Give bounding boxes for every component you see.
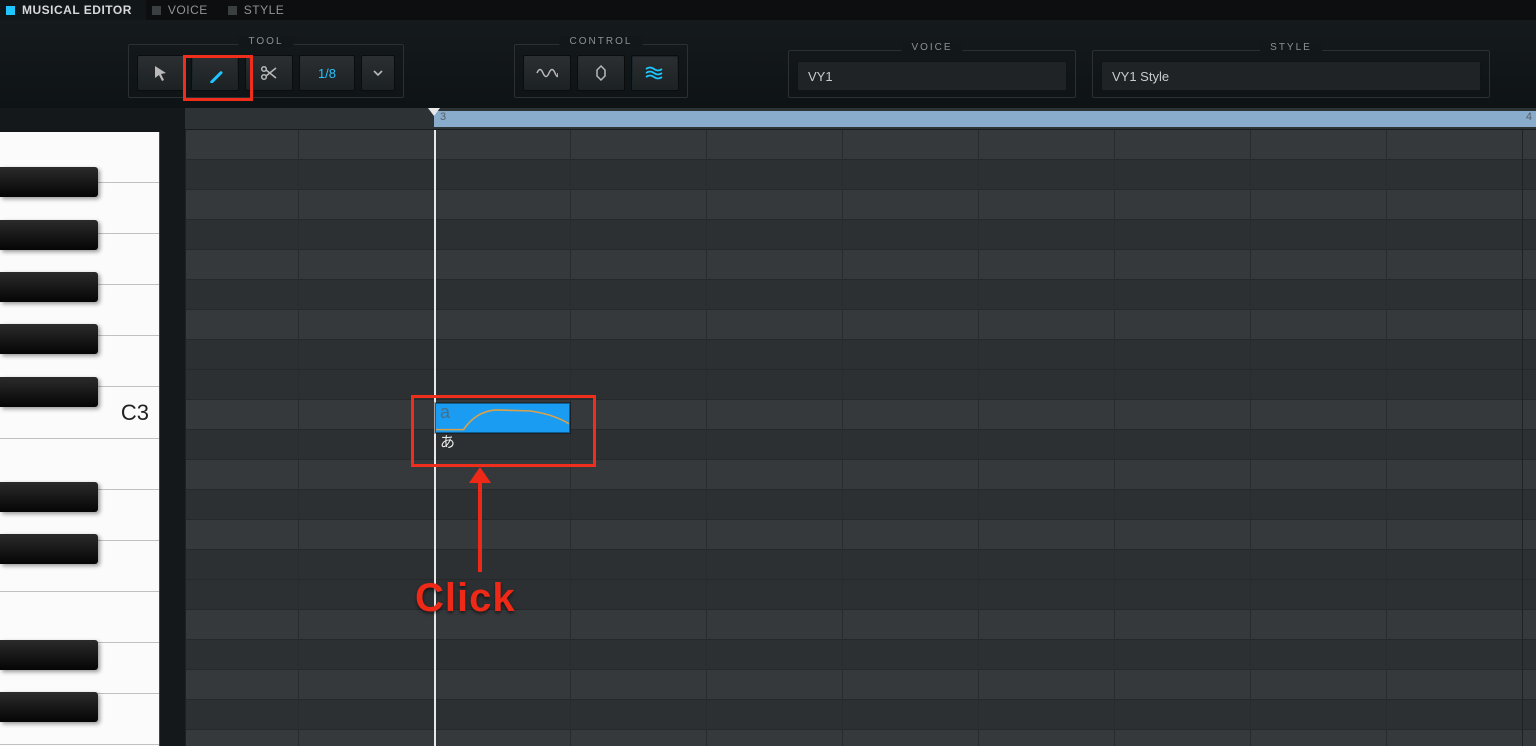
tab-indicator-icon	[152, 6, 161, 15]
grid-line	[842, 130, 843, 746]
note-row[interactable]	[185, 280, 1536, 310]
group-label: STYLE	[1260, 42, 1322, 53]
scissors-icon	[259, 63, 279, 83]
note-row[interactable]	[185, 670, 1536, 700]
grid-line	[706, 130, 707, 746]
tab-label: MUSICAL EDITOR	[22, 3, 132, 17]
style-value: VY1 Style	[1112, 69, 1169, 84]
key-label: C3	[121, 400, 149, 426]
pencil-tool-button[interactable]	[191, 55, 239, 91]
ruler-mark: 3	[440, 111, 446, 123]
scissors-tool-button[interactable]	[245, 55, 293, 91]
piano-roll-workspace: 3 4	[0, 108, 1536, 746]
voice-value: VY1	[808, 69, 833, 84]
note-row[interactable]	[185, 730, 1536, 746]
control-waves-button[interactable]	[631, 55, 679, 91]
black-key[interactable]	[0, 482, 98, 512]
note-row[interactable]	[185, 130, 1536, 160]
note-row[interactable]	[185, 430, 1536, 460]
note-row[interactable]	[185, 580, 1536, 610]
tab-indicator-icon	[6, 6, 15, 15]
black-key[interactable]	[0, 324, 98, 354]
waves-icon	[644, 64, 666, 82]
black-key[interactable]	[0, 220, 98, 250]
diamond-icon	[591, 64, 611, 82]
note-row[interactable]	[185, 550, 1536, 580]
ruler-mark: 4	[1526, 111, 1532, 123]
piano-roll[interactable]: 3 4	[185, 108, 1536, 746]
note-row[interactable]	[185, 520, 1536, 550]
tab-label: STYLE	[244, 3, 285, 17]
top-tab-bar: MUSICAL EDITOR VOICE STYLE	[0, 0, 1536, 20]
control-waveform-button[interactable]	[523, 55, 571, 91]
piano-roll-rows[interactable]: a あ	[185, 130, 1536, 746]
note-lyric: あ	[440, 431, 455, 452]
grid-line	[298, 130, 299, 746]
note-row[interactable]	[185, 250, 1536, 280]
grid-line	[1386, 130, 1387, 746]
tab-indicator-icon	[228, 6, 237, 15]
note-row[interactable]	[185, 610, 1536, 640]
waveform-icon	[536, 64, 558, 82]
playhead[interactable]	[434, 130, 436, 746]
note-pitch-curve-icon	[436, 404, 569, 434]
black-key[interactable]	[0, 640, 98, 670]
control-shape-button[interactable]	[577, 55, 625, 91]
voice-select[interactable]: VY1	[797, 61, 1067, 91]
note-row[interactable]	[185, 190, 1536, 220]
tab-musical-editor[interactable]: MUSICAL EDITOR	[0, 0, 146, 20]
group-label: VOICE	[901, 42, 962, 53]
black-key[interactable]	[0, 534, 98, 564]
group-control: CONTROL	[514, 44, 688, 98]
quantize-value: 1/8	[318, 66, 336, 81]
grid-line	[1250, 130, 1251, 746]
grid-line	[978, 130, 979, 746]
ruler-selection	[434, 111, 1536, 127]
group-tool: TOOL 1/8	[128, 44, 404, 98]
tab-style[interactable]: STYLE	[222, 0, 299, 20]
grid-line	[185, 130, 186, 746]
tab-label: VOICE	[168, 3, 208, 17]
playhead-marker-icon	[428, 108, 440, 116]
piano-keyboard[interactable]: C3	[0, 132, 160, 746]
black-key[interactable]	[0, 377, 98, 407]
grid-line	[570, 130, 571, 746]
note-row[interactable]	[185, 400, 1536, 430]
quantize-dropdown-button[interactable]	[361, 55, 395, 91]
group-voice: VOICE VY1	[788, 50, 1076, 98]
arrow-tool-button[interactable]	[137, 55, 185, 91]
group-style: STYLE VY1 Style	[1092, 50, 1490, 98]
chevron-down-icon	[372, 67, 384, 79]
editor-toolbar: TOOL 1/8 CONTROL	[0, 20, 1536, 108]
group-label: CONTROL	[560, 36, 643, 47]
note-row[interactable]	[185, 340, 1536, 370]
grid-line	[1522, 130, 1523, 746]
note-row[interactable]	[185, 370, 1536, 400]
note-row[interactable]	[185, 220, 1536, 250]
midi-note[interactable]: a あ	[435, 403, 570, 433]
black-key[interactable]	[0, 167, 98, 197]
quantize-select[interactable]: 1/8	[299, 55, 355, 91]
white-key[interactable]	[0, 592, 159, 643]
note-row[interactable]	[185, 160, 1536, 190]
tab-voice[interactable]: VOICE	[146, 0, 222, 20]
note-row[interactable]	[185, 700, 1536, 730]
pencil-icon	[205, 63, 225, 83]
group-label: TOOL	[238, 36, 293, 47]
note-row[interactable]	[185, 490, 1536, 520]
note-row[interactable]	[185, 310, 1536, 340]
timeline-ruler[interactable]: 3 4	[185, 108, 1536, 130]
grid-line	[1114, 130, 1115, 746]
style-select[interactable]: VY1 Style	[1101, 61, 1481, 91]
note-row[interactable]	[185, 640, 1536, 670]
note-row[interactable]	[185, 460, 1536, 490]
black-key[interactable]	[0, 272, 98, 302]
black-key[interactable]	[0, 692, 98, 722]
arrow-icon	[152, 64, 170, 82]
